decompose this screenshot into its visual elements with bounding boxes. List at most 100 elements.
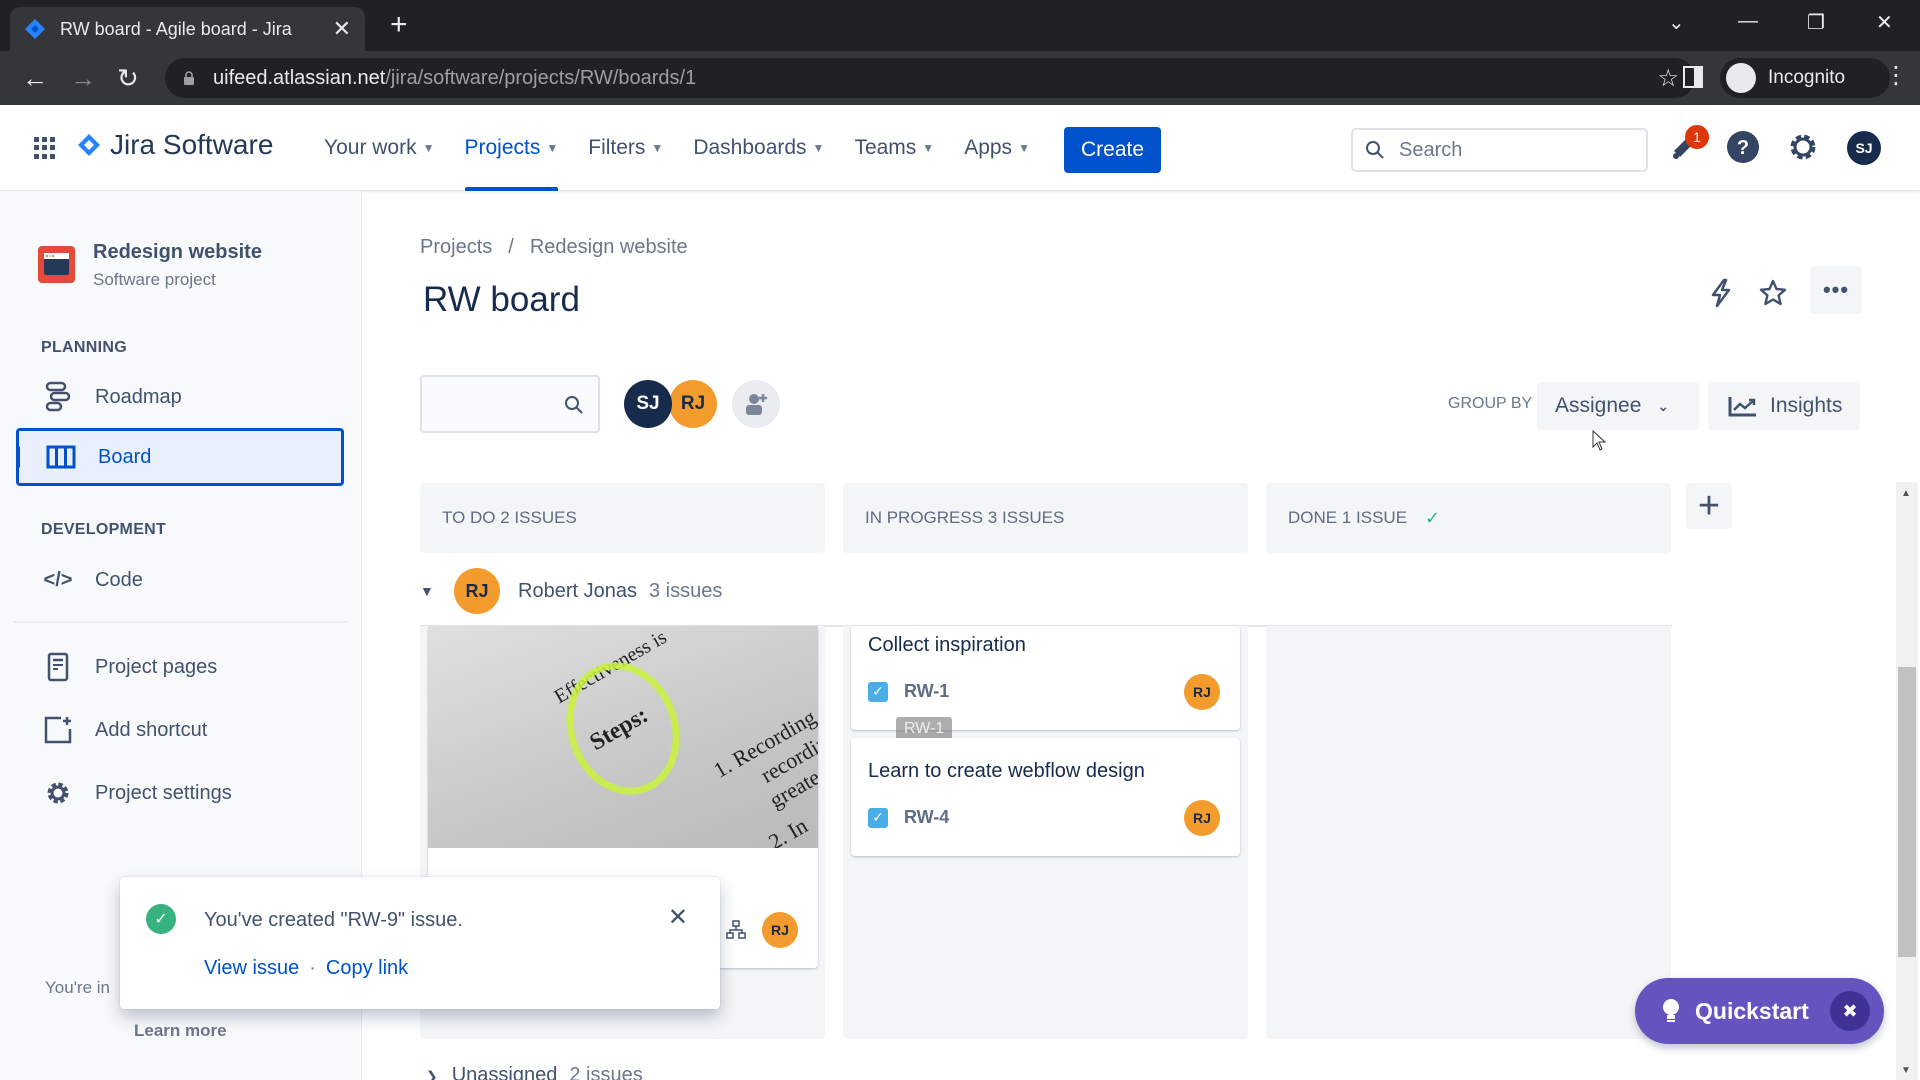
browser-tab[interactable]: RW board - Agile board - Jira ✕ [10,7,365,51]
automation-button[interactable] [1701,273,1741,313]
assignee-avatar: RJ [1184,674,1220,710]
star-icon [1759,279,1787,306]
create-button[interactable]: Create [1064,127,1161,173]
board-search-input[interactable] [420,375,600,433]
project-header[interactable]: Redesign website Software project [38,241,262,290]
done-check-icon: ✓ [1425,507,1441,528]
restore-icon[interactable]: ❐ [1807,10,1825,35]
breadcrumb-separator: / [508,236,514,258]
nav-apps[interactable]: Apps ▼ [964,105,1030,191]
jira-logo[interactable]: Jira Software [78,129,273,161]
breadcrumb-projects[interactable]: Projects [420,236,492,258]
nav-label: Your work [324,136,417,159]
card-cover-image: Effectiveness is Steps: 1. Recording rec… [428,626,818,848]
insights-label: Insights [1770,394,1843,417]
mouse-cursor-icon [1592,430,1607,451]
nav-projects[interactable]: Projects ▼ [464,105,558,191]
copy-link-link[interactable]: Copy link [326,957,408,979]
sidebar-item-project-pages[interactable]: Project pages [16,638,344,696]
column-body-done [1266,626,1671,1039]
incognito-badge[interactable]: Incognito [1720,58,1890,98]
side-panel-icon[interactable] [1682,65,1704,89]
chevron-down-icon: ⌄ [1657,397,1670,414]
sidebar-item-project-settings[interactable]: Project settings [16,764,344,822]
scroll-down-icon[interactable]: ▼ [1901,1065,1911,1076]
address-bar: ← → ↻ uifeed.atlassian.net/jira/software… [0,51,1920,105]
card-title: Learn to create webflow design [868,760,1145,782]
add-people-button[interactable] [732,380,780,428]
incognito-icon [1726,63,1756,93]
column-header-todo[interactable]: TO DO 2 ISSUES [420,483,825,553]
nav-teams[interactable]: Teams ▼ [854,105,934,191]
tab-search-icon[interactable]: ⌄ [1668,10,1685,35]
search-icon [1366,141,1384,159]
sidebar-item-add-shortcut[interactable]: Add shortcut [16,701,344,759]
url-input[interactable]: uifeed.atlassian.net/jira/software/proje… [165,58,1695,98]
project-type: Software project [93,270,216,289]
app-switcher-icon[interactable] [34,137,56,159]
column-header-in-progress[interactable]: IN PROGRESS 3 ISSUES [843,483,1248,553]
chevron-down-icon: ▼ [922,141,935,155]
nav-your-work[interactable]: Your work ▼ [324,105,435,191]
search-icon [565,396,583,414]
more-actions-button[interactable]: ••• [1810,266,1862,314]
nav-filters[interactable]: Filters ▼ [588,105,663,191]
page-title: RW board [423,280,580,319]
lightbulb-icon [1663,999,1679,1022]
chevron-down-icon: ▼ [651,141,664,155]
close-window-icon[interactable]: ✕ [1876,10,1893,35]
quickstart-button[interactable]: Quickstart ✖ [1635,978,1884,1044]
issue-key: RW-4 [904,807,950,827]
global-search[interactable] [1351,128,1648,172]
nav-label: Apps [964,136,1013,159]
jira-diamond-icon [78,134,100,156]
scroll-up-icon[interactable]: ▲ [1901,488,1911,499]
swimlane-header[interactable]: ▼ RJ Robert Jonas 3 issues [420,568,722,614]
swimlane-header-unassigned[interactable]: ❯ Unassigned 2 issues [426,1064,643,1080]
star-button[interactable] [1753,273,1793,313]
group-by-select[interactable]: Assignee ⌄ [1537,382,1699,430]
issue-card[interactable]: Collect inspiration ✓ RW-1 RJ [851,626,1240,730]
reload-icon[interactable]: ↻ [117,63,139,93]
back-icon[interactable]: ← [22,63,48,93]
toast-message: You've created "RW-9" issue. [204,909,463,931]
nav-dashboards[interactable]: Dashboards ▼ [693,105,824,191]
help-icon[interactable]: ? [1725,129,1761,165]
new-tab-icon[interactable]: + [390,10,408,40]
chevron-down-icon: ▼ [812,141,825,155]
learn-more-link[interactable]: Learn more [134,1021,227,1041]
column-title: TO DO 2 ISSUES [442,508,577,527]
nav-label: Projects [464,136,541,159]
close-quickstart-icon[interactable]: ✖ [1830,991,1870,1031]
board-icon [46,442,76,472]
member-avatar-sj[interactable]: SJ [624,380,672,428]
member-avatar-rj[interactable]: RJ [669,380,717,428]
add-column-button[interactable]: + [1686,483,1732,529]
forward-icon[interactable]: → [70,63,96,93]
issue-card[interactable]: Learn to create webflow design ✓ RW-4 RJ [851,738,1240,856]
settings-gear-icon[interactable] [1785,129,1821,165]
user-avatar[interactable]: SJ [1847,131,1881,165]
quickstart-label: Quickstart [1695,997,1809,1024]
sidebar-item-roadmap[interactable]: Roadmap [16,368,344,426]
breadcrumb: Projects / Redesign website [420,236,688,259]
sidebar-item-code[interactable]: </> Code [16,551,344,609]
group-by-label: GROUP BY [1448,395,1533,412]
breadcrumb-project[interactable]: Redesign website [530,236,688,258]
column-header-done[interactable]: DONE 1 ISSUE ✓ [1266,483,1671,553]
minimize-icon[interactable]: — [1738,10,1758,33]
bookmark-star-icon[interactable]: ☆ [1657,64,1679,93]
chevron-right-icon[interactable]: ❯ [426,1068,438,1080]
jira-favicon-icon [25,19,45,39]
assignee-avatar: RJ [454,568,500,614]
close-icon[interactable]: ✕ [668,903,688,932]
browser-menu-icon[interactable]: ⋮ [1884,61,1908,90]
sidebar-item-board[interactable]: Board [16,428,344,486]
page-scrollbar[interactable]: ▲ ▼ [1896,482,1918,1080]
close-tab-icon[interactable]: ✕ [333,16,351,42]
view-issue-link[interactable]: View issue [204,957,299,979]
search-input[interactable] [1399,138,1619,162]
scrollbar-thumb[interactable] [1898,667,1916,957]
chevron-down-icon[interactable]: ▼ [420,583,436,599]
insights-button[interactable]: Insights [1708,382,1860,430]
